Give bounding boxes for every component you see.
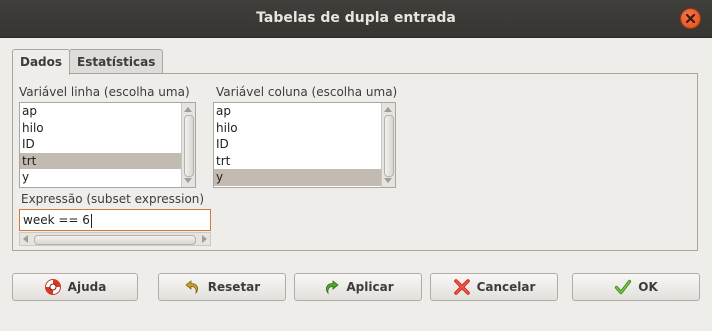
ok-button[interactable]: OK — [572, 273, 700, 301]
red-x-icon — [453, 279, 470, 295]
row-variable-scrollbar[interactable] — [181, 103, 195, 187]
col-variable-scrollbar[interactable] — [381, 103, 395, 187]
undo-arrow-icon — [185, 280, 198, 295]
reset-button[interactable]: Resetar — [158, 273, 286, 301]
ok-button-label: OK — [638, 280, 658, 294]
text-caret — [90, 213, 92, 228]
subset-label: Expressão (subset expression) — [21, 192, 205, 206]
row-variable-list-item[interactable]: ID — [20, 136, 195, 153]
checkmark-icon — [615, 279, 632, 295]
subset-horizontal-scrollbar[interactable] — [19, 232, 211, 246]
tab-estatisticas[interactable]: Estatísticas — [69, 49, 164, 74]
scroll-down-arrow-icon[interactable] — [384, 178, 392, 183]
row-variable-list-item[interactable]: ap — [20, 103, 195, 120]
lifebuoy-icon — [44, 279, 61, 295]
row-variable-label: Variável linha (escolha uma) — [19, 85, 190, 99]
row-variable-listbox[interactable]: ap hilo ID trt y — [19, 102, 196, 188]
col-variable-list-item[interactable]: ap — [214, 103, 395, 120]
scroll-left-arrow-icon[interactable] — [23, 235, 28, 243]
scroll-up-arrow-icon[interactable] — [384, 107, 392, 112]
scroll-thumb[interactable] — [34, 235, 196, 245]
apply-button-label: Aplicar — [346, 280, 394, 294]
window-title: Tabelas de dupla entrada — [256, 10, 456, 26]
redo-arrow-icon — [326, 280, 340, 295]
scroll-up-arrow-icon[interactable] — [184, 107, 192, 112]
title-bar: Tabelas de dupla entrada — [0, 0, 712, 38]
subset-expression-value: week == 6 — [23, 213, 90, 227]
col-variable-listbox[interactable]: ap hilo ID trt y — [213, 102, 396, 188]
close-button[interactable] — [681, 9, 700, 28]
close-icon — [685, 13, 696, 24]
row-variable-list-item[interactable]: hilo — [20, 120, 195, 137]
row-variable-list-item[interactable]: trt — [20, 152, 195, 169]
col-variable-list-item[interactable]: hilo — [214, 120, 395, 137]
col-variable-list-item[interactable]: ID — [214, 136, 395, 153]
col-variable-list-item[interactable]: trt — [214, 153, 395, 170]
help-button[interactable]: Ajuda — [12, 273, 138, 301]
row-variable-list-item[interactable]: y — [20, 169, 195, 186]
cancel-button[interactable]: Cancelar — [430, 273, 558, 301]
scroll-thumb[interactable] — [384, 115, 394, 177]
subset-expression-input[interactable]: week == 6 — [19, 209, 211, 231]
help-button-label: Ajuda — [67, 280, 107, 294]
apply-button[interactable]: Aplicar — [294, 273, 422, 301]
cancel-button-label: Cancelar — [476, 280, 536, 294]
scroll-down-arrow-icon[interactable] — [184, 178, 192, 183]
reset-button-label: Resetar — [207, 280, 261, 294]
col-variable-label: Variável coluna (escolha uma) — [216, 85, 398, 99]
col-variable-list-item[interactable]: y — [214, 169, 395, 186]
scroll-right-arrow-icon[interactable] — [202, 235, 207, 243]
tab-dados[interactable]: Dados — [12, 49, 71, 75]
scroll-thumb[interactable] — [184, 115, 194, 177]
